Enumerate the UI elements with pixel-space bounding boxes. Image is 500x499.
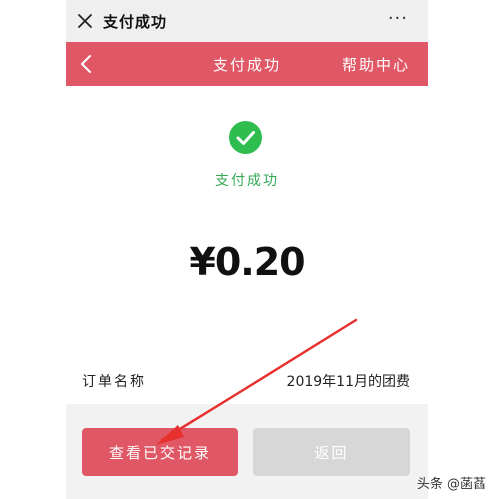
action-bar: 查看已交记录 返回 <box>66 404 428 499</box>
status-message: 支付成功 <box>215 173 279 189</box>
order-name-label: 订单名称 <box>82 374 146 390</box>
help-center-link[interactable]: 帮助中心 <box>342 54 410 75</box>
more-options-button[interactable]: ··· <box>388 8 408 29</box>
window-title: 支付成功 <box>103 13 168 31</box>
close-icon[interactable] <box>74 10 96 32</box>
watermark-text: 头条 @菡萏 <box>416 477 486 492</box>
payment-result-panel: 支付成功 ¥0.20 订单名称 2019年11月的团费 <box>66 86 428 404</box>
order-name-value: 2019年11月的团费 <box>286 374 410 390</box>
check-circle-icon <box>229 121 262 154</box>
page-header: 支付成功 帮助中心 <box>66 42 428 86</box>
payment-amount: ¥0.20 <box>189 240 305 284</box>
wechat-title-bar: 支付成功 ··· <box>66 0 428 42</box>
view-records-button[interactable]: 查看已交记录 <box>82 428 238 476</box>
phone-screen: 支付成功 ··· 支付成功 帮助中心 支付成功 ¥0.20 订单名称 2019年… <box>66 0 428 499</box>
return-button[interactable]: 返回 <box>253 428 410 476</box>
left-margin <box>0 0 66 499</box>
right-margin <box>428 0 500 499</box>
